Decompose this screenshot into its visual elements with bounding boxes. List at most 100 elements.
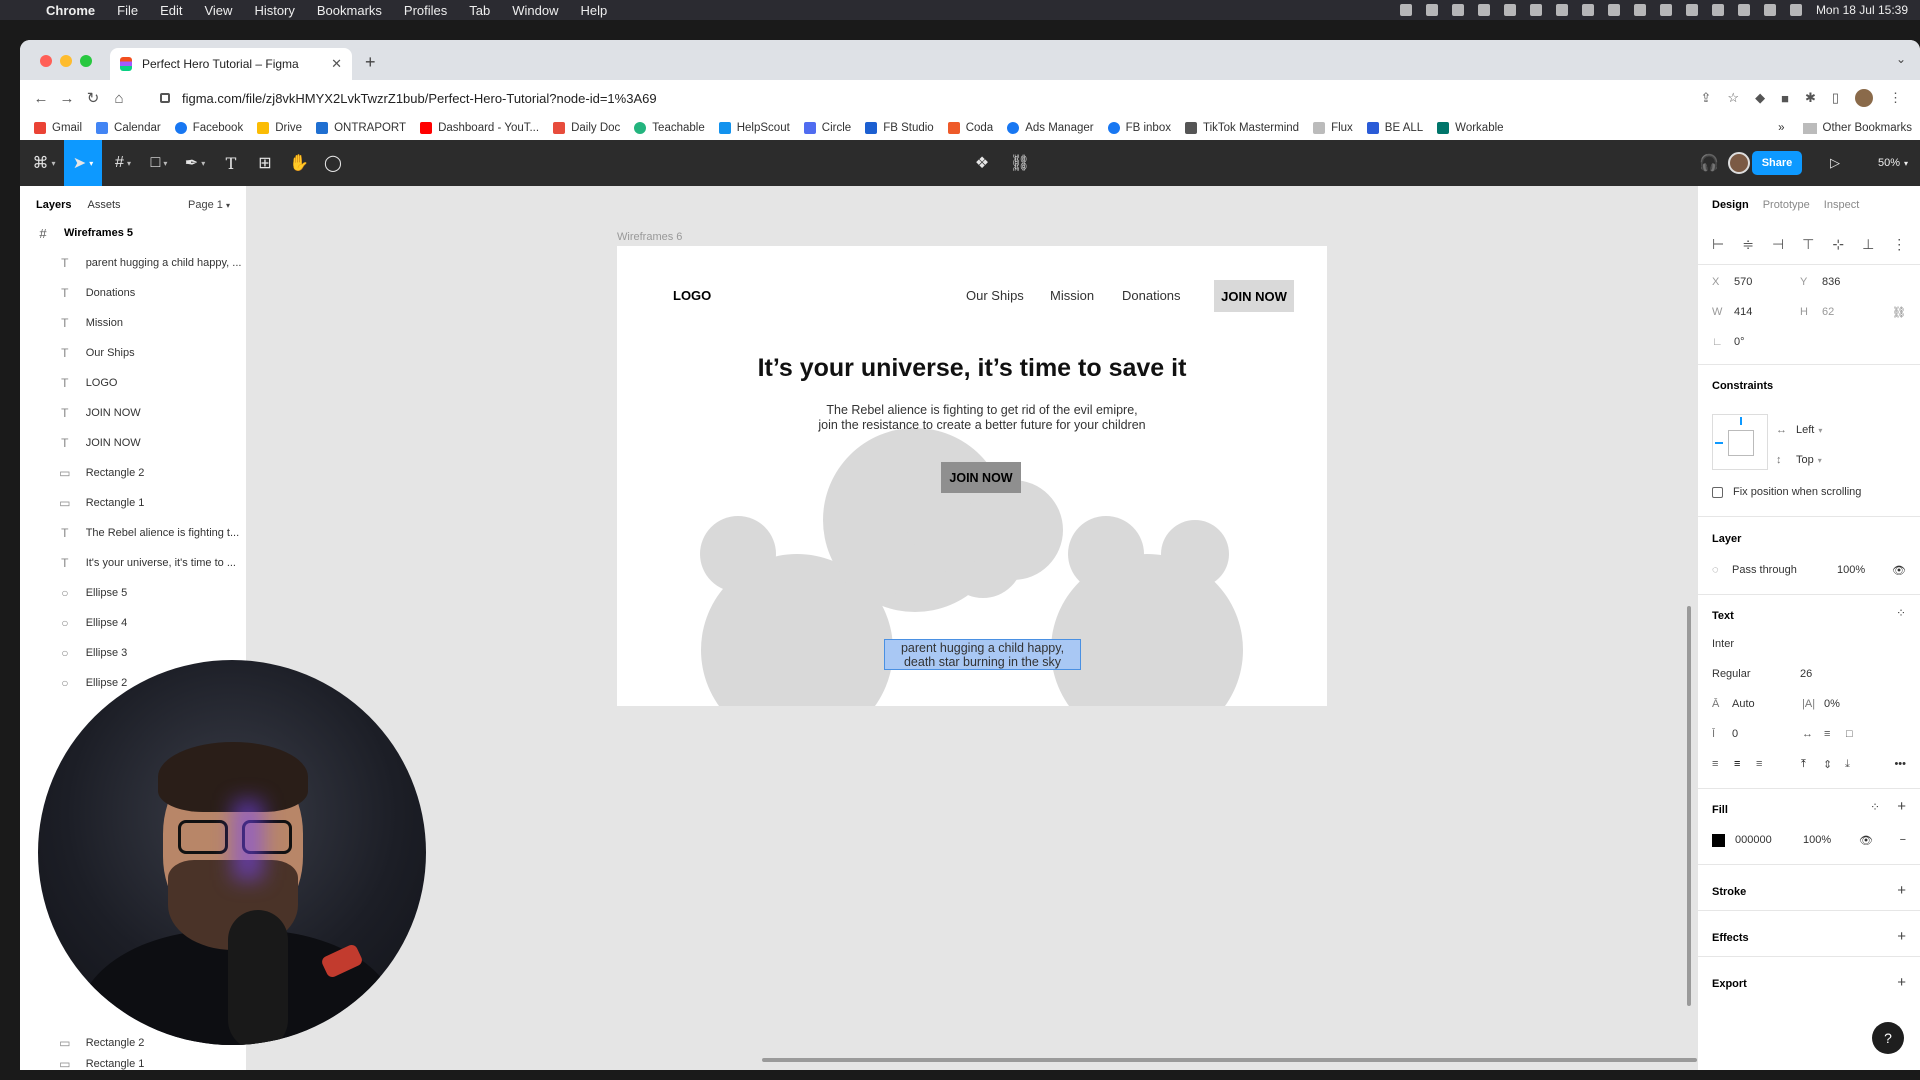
search-icon[interactable] bbox=[1763, 4, 1776, 16]
wireframe-artboard[interactable]: LOGO Our Ships Mission Donations JOIN NO… bbox=[617, 246, 1327, 706]
layer-item[interactable]: ▭ Rectangle 1 bbox=[20, 488, 247, 518]
clock-text[interactable]: Mon 18 Jul 15:39 bbox=[1816, 3, 1908, 17]
share-button[interactable]: Share bbox=[1752, 151, 1802, 175]
vertical-constraint[interactable]: ↕ Top ▾ bbox=[1776, 448, 1906, 472]
more-text-options-icon[interactable]: ••• bbox=[1894, 758, 1906, 770]
headphones-icon[interactable]: 🎧 bbox=[1696, 140, 1722, 186]
layer-item[interactable]: ▭ Rectangle 1 bbox=[20, 1058, 247, 1070]
share-page-icon[interactable]: ⇪ bbox=[1701, 90, 1712, 106]
flame-icon[interactable] bbox=[1529, 4, 1542, 16]
constrain-proportions-icon[interactable]: ⛓ bbox=[1892, 306, 1906, 319]
present-play-icon[interactable]: ▷ bbox=[1820, 140, 1850, 186]
wireframe-logo[interactable]: LOGO bbox=[673, 288, 711, 303]
text-align-right-icon[interactable]: ≡ bbox=[1756, 758, 1801, 770]
help-button[interactable]: ? bbox=[1872, 1022, 1904, 1054]
layer-item[interactable]: T Our Ships bbox=[20, 338, 247, 368]
menu-history[interactable]: History bbox=[254, 3, 294, 18]
layer-item[interactable]: T Donations bbox=[20, 278, 247, 308]
profile-avatar[interactable] bbox=[1855, 89, 1873, 107]
y-input[interactable]: 836 bbox=[1822, 276, 1840, 288]
mouse-icon[interactable] bbox=[1503, 4, 1516, 16]
other-bookmarks[interactable]: » Other Bookmarks bbox=[1778, 122, 1912, 134]
extension-badge-icon[interactable]: ■ bbox=[1781, 91, 1789, 106]
layer-frame[interactable]: # Wireframes 5 bbox=[20, 218, 247, 248]
add-fill-icon[interactable]: + bbox=[1897, 798, 1906, 815]
maximize-window-icon[interactable] bbox=[80, 55, 92, 67]
puzzle-extensions-icon[interactable]: ✱ bbox=[1805, 90, 1816, 106]
fill-color-swatch[interactable] bbox=[1712, 833, 1725, 847]
font-weight-dropdown[interactable]: Regular bbox=[1712, 668, 1800, 680]
align-horizontal-center-icon[interactable]: ≑ bbox=[1742, 236, 1754, 253]
bluetooth-icon[interactable] bbox=[1633, 4, 1646, 16]
back-icon[interactable]: ← bbox=[28, 90, 54, 107]
bookmark-drive[interactable]: Drive bbox=[257, 122, 302, 134]
align-bottom-icon[interactable]: ⊥ bbox=[1862, 236, 1874, 253]
frame-label[interactable]: Wireframes 6 bbox=[617, 231, 682, 243]
fix-position-checkbox[interactable] bbox=[1712, 486, 1723, 498]
flag-icon[interactable] bbox=[1659, 4, 1672, 16]
visibility-eye-icon[interactable]: 👁 bbox=[1892, 564, 1906, 577]
layer-item[interactable]: ○ Ellipse 5 bbox=[20, 578, 247, 608]
menu-help[interactable]: Help bbox=[581, 3, 608, 18]
dropbox-icon[interactable] bbox=[1425, 4, 1438, 16]
align-left-icon[interactable]: ⊢ bbox=[1712, 236, 1724, 253]
line-height-input[interactable]: Auto bbox=[1732, 698, 1802, 710]
text-styles-grid-icon[interactable]: ⁘ bbox=[1896, 606, 1906, 620]
comment-tool-icon[interactable]: ◯ bbox=[318, 140, 348, 186]
volume-icon[interactable] bbox=[1607, 4, 1620, 16]
auto-height-icon[interactable]: ≡ bbox=[1824, 728, 1846, 740]
paragraph-spacing-input[interactable]: 0 bbox=[1732, 728, 1802, 740]
clock-icon[interactable] bbox=[1581, 4, 1594, 16]
menu-edit[interactable]: Edit bbox=[160, 3, 182, 18]
font-size-input[interactable]: 26 bbox=[1800, 668, 1812, 680]
bookmark-fb-studio[interactable]: FB Studio bbox=[865, 122, 934, 134]
reload-icon[interactable]: ↻ bbox=[80, 89, 106, 107]
link-icon[interactable]: ⛓ bbox=[1005, 140, 1035, 186]
brightness-icon[interactable] bbox=[1477, 4, 1490, 16]
bookmark-daily-doc[interactable]: Daily Doc bbox=[553, 122, 620, 134]
placeholder-ellipse[interactable] bbox=[1161, 520, 1229, 588]
align-vertical-center-icon[interactable]: ⊹ bbox=[1832, 236, 1844, 253]
x-input[interactable]: 570 bbox=[1734, 276, 1800, 288]
page-selector[interactable]: Page 1 ▾ bbox=[188, 199, 230, 211]
horizontal-scrollbar[interactable] bbox=[762, 1058, 1697, 1062]
wireframe-nav-donations[interactable]: Donations bbox=[1122, 288, 1181, 303]
lock-icon[interactable] bbox=[160, 93, 170, 103]
font-family-dropdown[interactable]: Inter bbox=[1712, 638, 1734, 650]
vertical-align-top-icon[interactable]: ⤒ bbox=[1801, 758, 1823, 771]
kebab-menu-icon[interactable]: ⋮ bbox=[1889, 90, 1902, 106]
address-bar[interactable]: figma.com/file/zj8vkHMYX2LvkTwzrZ1bub/Pe… bbox=[160, 84, 1900, 112]
align-top-icon[interactable]: ⊤ bbox=[1802, 236, 1814, 253]
collaborator-avatar[interactable] bbox=[1728, 152, 1750, 174]
layer-item[interactable]: Tparent hugging a child happy, ... bbox=[20, 248, 247, 278]
wireframe-subtext[interactable]: The Rebel alience is fighting to get rid… bbox=[817, 403, 1147, 432]
add-stroke-icon[interactable]: + bbox=[1897, 882, 1906, 899]
font-family-row[interactable]: Inter bbox=[1712, 632, 1906, 656]
fix-position-row[interactable]: Fix position when scrolling bbox=[1712, 480, 1906, 504]
menu-bookmarks[interactable]: Bookmarks bbox=[317, 3, 382, 18]
blend-mode-dropdown[interactable]: Pass through bbox=[1732, 564, 1837, 576]
fill-styles-grid-icon[interactable]: ⁘ bbox=[1870, 800, 1880, 814]
bookmark-teachable[interactable]: Teachable bbox=[634, 122, 705, 134]
browser-tab-active[interactable]: Perfect Hero Tutorial – Figma ✕ bbox=[110, 48, 352, 80]
user-icon[interactable] bbox=[1737, 4, 1750, 16]
forward-icon[interactable]: → bbox=[54, 90, 80, 107]
wireframe-headline[interactable]: It’s your universe, it’s time to save it bbox=[617, 354, 1327, 383]
bookmark-tiktok[interactable]: TikTok Mastermind bbox=[1184, 122, 1299, 134]
figma-main-menu-icon[interactable]: ⌘ ▾ bbox=[28, 140, 60, 186]
move-tool-icon[interactable]: ➤ ▾ bbox=[64, 140, 102, 186]
extension-icon[interactable]: ◆ bbox=[1755, 90, 1765, 106]
text-align-left-icon[interactable]: ≡ bbox=[1712, 758, 1734, 770]
menu-app-name[interactable]: Chrome bbox=[46, 3, 95, 18]
add-export-icon[interactable]: + bbox=[1897, 974, 1906, 991]
bookmark-ads-manager[interactable]: Ads Manager bbox=[1007, 122, 1094, 134]
placeholder-ellipse[interactable] bbox=[837, 518, 917, 598]
align-right-icon[interactable]: ⊣ bbox=[1772, 236, 1784, 253]
vertical-scrollbar[interactable] bbox=[1687, 606, 1691, 1006]
fill-visibility-eye-icon[interactable]: 👁 bbox=[1859, 834, 1873, 847]
wireframe-nav-mission[interactable]: Mission bbox=[1050, 288, 1094, 303]
bookmark-ontraport[interactable]: ONTRAPORT bbox=[316, 122, 406, 134]
remove-fill-icon[interactable]: − bbox=[1900, 834, 1906, 846]
bookmark-be-all[interactable]: BE ALL bbox=[1366, 122, 1423, 134]
text-tool-icon[interactable]: T bbox=[216, 140, 246, 186]
